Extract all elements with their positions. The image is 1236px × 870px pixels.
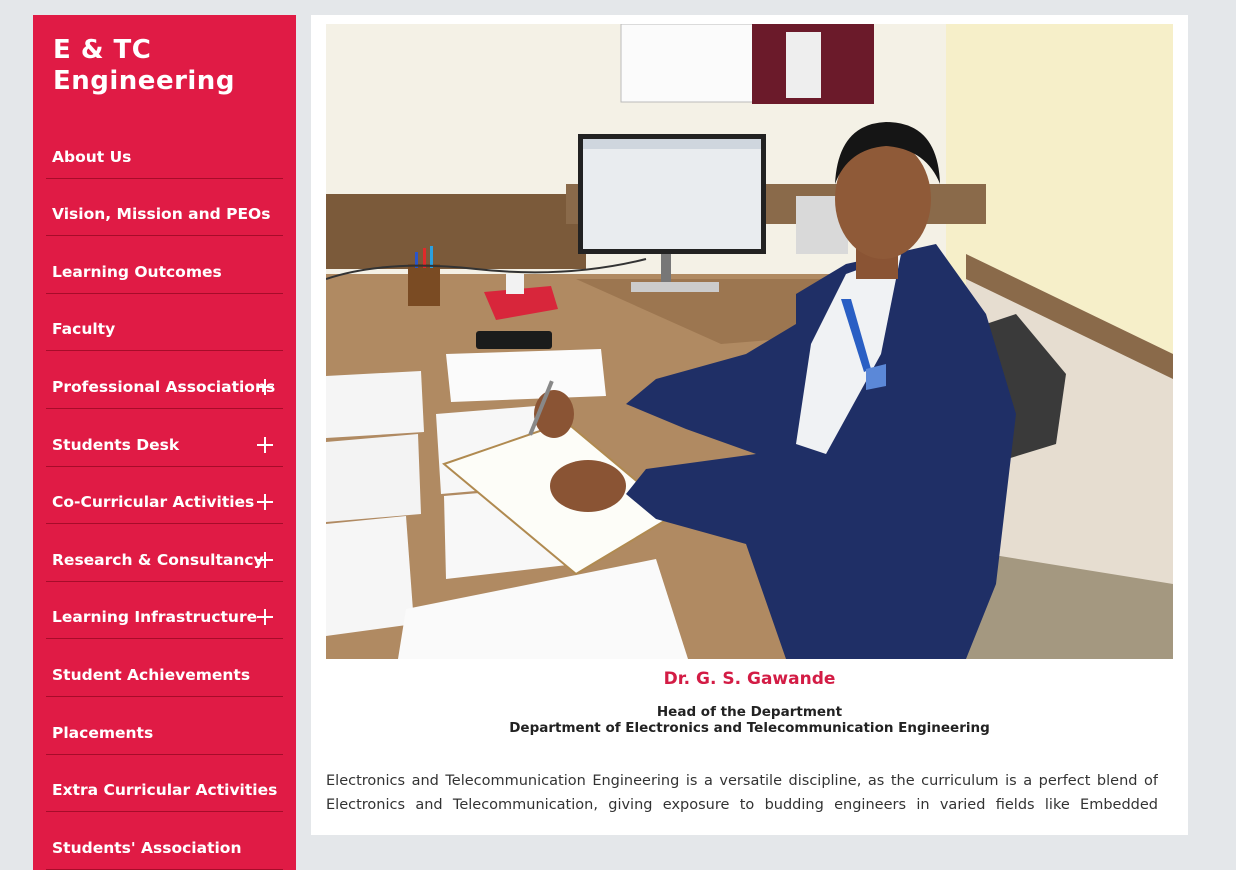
sidebar: E & TC Engineering About Us Vision, Miss…	[33, 15, 296, 870]
sidebar-item-label: Extra Curricular Activities	[52, 781, 278, 800]
main-content: Dr. G. S. Gawande Head of the Department…	[311, 15, 1188, 835]
sidebar-item-research[interactable]: Research & Consultancy	[46, 524, 283, 582]
sidebar-item-students-association[interactable]: Students' Association	[46, 812, 283, 870]
expand-plus-icon[interactable]	[257, 494, 273, 511]
sidebar-menu: About Us Vision, Mission and PEOs Learni…	[46, 121, 283, 870]
sidebar-item-label: About Us	[52, 147, 132, 166]
sidebar-item-extra-curricular[interactable]: Extra Curricular Activities	[46, 755, 283, 813]
hod-name: Dr. G. S. Gawande	[663, 669, 836, 689]
sidebar-item-co-curricular[interactable]: Co-Curricular Activities	[46, 467, 283, 525]
sidebar-item-about-us[interactable]: About Us	[46, 121, 283, 179]
sidebar-item-label: Learning Outcomes	[52, 262, 222, 281]
sidebar-item-students-desk[interactable]: Students Desk	[46, 409, 283, 467]
sidebar-item-label: Students' Association	[52, 838, 242, 857]
expand-plus-icon[interactable]	[257, 378, 273, 395]
intro-paragraph: Electronics and Telecommunication Engine…	[326, 773, 1158, 813]
sidebar-item-label: Research & Consultancy	[52, 550, 264, 569]
sidebar-item-label: Co-Curricular Activities	[52, 493, 255, 512]
sidebar-item-placements[interactable]: Placements	[46, 697, 283, 755]
expand-plus-icon[interactable]	[257, 609, 273, 626]
department-title: E & TC Engineering	[53, 35, 235, 96]
sidebar-item-label: Students Desk	[52, 435, 180, 454]
sidebar-item-label: Professional Associations	[52, 377, 276, 396]
sidebar-item-vision-mission[interactable]: Vision, Mission and PEOs	[46, 179, 283, 237]
sidebar-item-label: Faculty	[52, 320, 116, 339]
expand-plus-icon[interactable]	[257, 551, 273, 568]
sidebar-item-label: Learning Infrastructure	[52, 608, 258, 627]
expand-plus-icon[interactable]	[257, 436, 273, 453]
hod-role: Head of the Department	[656, 704, 843, 720]
sidebar-item-learning-outcomes[interactable]: Learning Outcomes	[46, 236, 283, 294]
hod-role-block: Head of the Department Department of Ele…	[311, 704, 1188, 736]
sidebar-item-label: Placements	[52, 723, 154, 742]
sidebar-item-label: Student Achievements	[52, 665, 251, 684]
sidebar-item-student-achievements[interactable]: Student Achievements	[46, 639, 283, 697]
sidebar-item-professional-associations[interactable]: Professional Associations	[46, 351, 283, 409]
department-name: Department of Electronics and Telecommun…	[509, 720, 990, 736]
hod-photo	[326, 24, 1173, 659]
sidebar-item-learning-infrastructure[interactable]: Learning Infrastructure	[46, 582, 283, 640]
sidebar-item-faculty[interactable]: Faculty	[46, 294, 283, 352]
sidebar-item-label: Vision, Mission and PEOs	[52, 205, 271, 224]
